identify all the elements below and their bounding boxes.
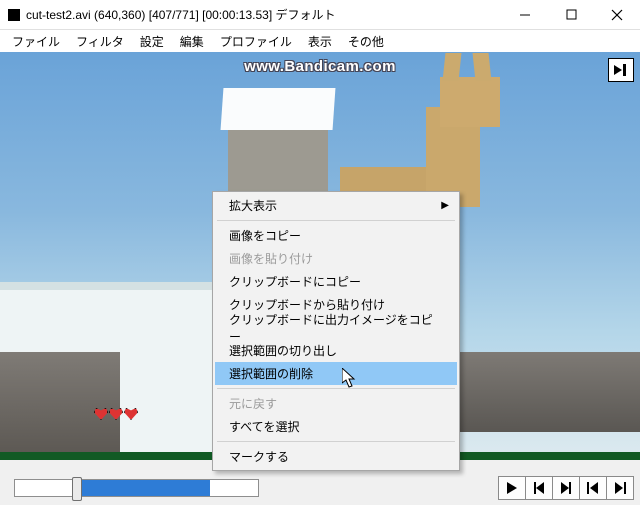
context-menu: 拡大表示 ▶ 画像をコピー 画像を貼り付け クリップボードにコピー クリップボー… xyxy=(212,191,460,471)
step-forward-button[interactable] xyxy=(552,476,580,500)
ctx-select-all[interactable]: すべてを選択 xyxy=(215,415,457,438)
titlebar: cut-test2.avi (640,360) [407/771] [00:00… xyxy=(0,0,640,30)
scene-cliff xyxy=(0,352,120,452)
play-button[interactable] xyxy=(498,476,526,500)
bottom-bar xyxy=(0,470,640,505)
seek-slider[interactable] xyxy=(14,479,259,497)
chevron-right-icon: ▶ xyxy=(441,200,449,211)
menu-view[interactable]: 表示 xyxy=(300,31,340,52)
ctx-label: 拡大表示 xyxy=(229,197,277,214)
menu-edit[interactable]: 編集 xyxy=(172,31,212,52)
ctx-delete-selection[interactable]: 選択範囲の削除 xyxy=(215,362,457,385)
menu-profile[interactable]: プロファイル xyxy=(212,31,300,52)
maximize-button[interactable] xyxy=(548,0,594,30)
ctx-undo: 元に戻す xyxy=(215,392,457,415)
ctx-zoom[interactable]: 拡大表示 ▶ xyxy=(215,194,457,217)
close-button[interactable] xyxy=(594,0,640,30)
menu-other[interactable]: その他 xyxy=(340,31,392,52)
goto-end-button[interactable] xyxy=(606,476,634,500)
goto-start-button[interactable] xyxy=(579,476,607,500)
watermark-text: www.Bandicam.com xyxy=(244,58,396,75)
menu-settings[interactable]: 設定 xyxy=(132,31,172,52)
menu-filter[interactable]: フィルタ xyxy=(68,31,132,52)
ctx-separator xyxy=(217,220,455,221)
menubar: ファイル フィルタ 設定 編集 プロファイル 表示 その他 xyxy=(0,30,640,52)
step-back-button[interactable] xyxy=(525,476,553,500)
hud-hearts xyxy=(94,408,138,420)
ctx-paste-image: 画像を貼り付け xyxy=(215,247,457,270)
ctx-copy-output-image[interactable]: クリップボードに出力イメージをコピー xyxy=(215,316,457,339)
minimize-button[interactable] xyxy=(502,0,548,30)
seek-selection xyxy=(75,480,210,496)
ctx-cut-selection[interactable]: 選択範囲の切り出し xyxy=(215,339,457,362)
app-icon xyxy=(8,9,20,21)
window-title: cut-test2.avi (640,360) [407/771] [00:00… xyxy=(26,6,336,23)
ctx-copy-image[interactable]: 画像をコピー xyxy=(215,224,457,247)
seek-thumb[interactable] xyxy=(72,477,82,501)
ctx-copy-clipboard[interactable]: クリップボードにコピー xyxy=(215,270,457,293)
ctx-mark[interactable]: マークする xyxy=(215,445,457,468)
jump-end-overlay-button[interactable] xyxy=(608,58,634,82)
ctx-separator xyxy=(217,388,455,389)
ctx-separator xyxy=(217,441,455,442)
menu-file[interactable]: ファイル xyxy=(4,31,68,52)
transport-controls xyxy=(499,476,634,500)
